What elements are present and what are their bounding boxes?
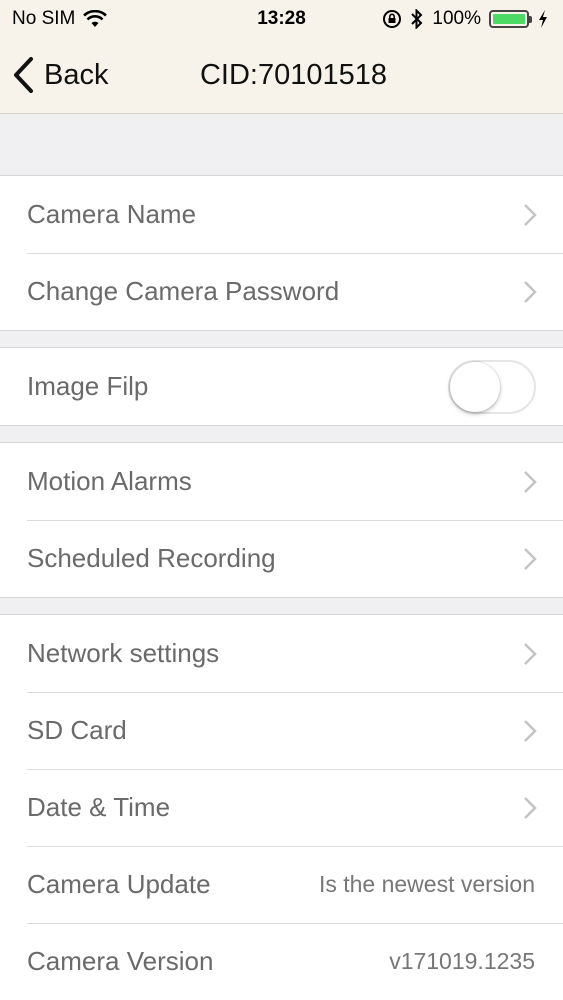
camera-update-label: Camera Update	[27, 869, 211, 899]
chevron-right-icon	[524, 643, 537, 665]
status-bar: No SIM 13:28 100%	[0, 0, 563, 38]
rotation-lock-icon	[383, 10, 402, 28]
camera-version-value: v171019.1235	[389, 948, 535, 974]
camera-update-row[interactable]: Camera Update Is the newest version	[0, 846, 563, 923]
date-time-row[interactable]: Date & Time	[0, 769, 563, 846]
status-right: 100%	[382, 8, 549, 30]
bluetooth-icon	[411, 9, 423, 29]
date-time-label: Date & Time	[27, 792, 171, 822]
chevron-right-icon	[524, 471, 537, 493]
camera-version-label: Camera Version	[27, 946, 214, 976]
scheduled-recording-row[interactable]: Scheduled Recording	[0, 520, 563, 597]
image-flip-row: Image Filp	[0, 348, 563, 425]
settings-section-camera: Camera Name Change Camera Password	[0, 175, 563, 331]
chevron-right-icon	[524, 281, 537, 303]
network-settings-label: Network settings	[27, 638, 220, 668]
change-camera-password-row[interactable]: Change Camera Password	[0, 253, 563, 330]
sd-card-label: SD Card	[27, 715, 127, 745]
camera-name-label: Camera Name	[27, 199, 197, 229]
battery-fill	[493, 14, 525, 24]
scheduled-recording-label: Scheduled Recording	[27, 543, 276, 573]
motion-alarms-row[interactable]: Motion Alarms	[0, 443, 563, 520]
image-flip-label: Image Filp	[27, 371, 149, 401]
settings-section-image: Image Filp	[0, 347, 563, 426]
sd-card-row[interactable]: SD Card	[0, 692, 563, 769]
image-flip-toggle[interactable]	[448, 359, 536, 414]
chevron-right-icon	[524, 548, 537, 570]
change-camera-password-label: Change Camera Password	[27, 276, 340, 306]
settings-section-system: Network settings SD Card Date & Time Cam…	[0, 614, 563, 1000]
navigation-bar: Back CID:70101518	[0, 38, 563, 114]
settings-section-alarms: Motion Alarms Scheduled Recording	[0, 442, 563, 598]
page-title: CID:70101518	[199, 59, 388, 91]
chevron-right-icon	[524, 720, 537, 742]
motion-alarms-label: Motion Alarms	[27, 466, 192, 496]
chevron-right-icon	[524, 204, 537, 226]
camera-version-row: Camera Version v171019.1235	[0, 923, 563, 1000]
camera-update-status: Is the newest version	[318, 871, 535, 897]
toggle-knob	[450, 361, 500, 412]
charging-icon	[539, 10, 547, 28]
network-settings-row[interactable]: Network settings	[0, 615, 563, 692]
battery-percent: 100%	[432, 8, 481, 29]
chevron-right-icon	[524, 797, 537, 819]
camera-name-row[interactable]: Camera Name	[0, 176, 563, 253]
battery-icon	[489, 10, 532, 28]
